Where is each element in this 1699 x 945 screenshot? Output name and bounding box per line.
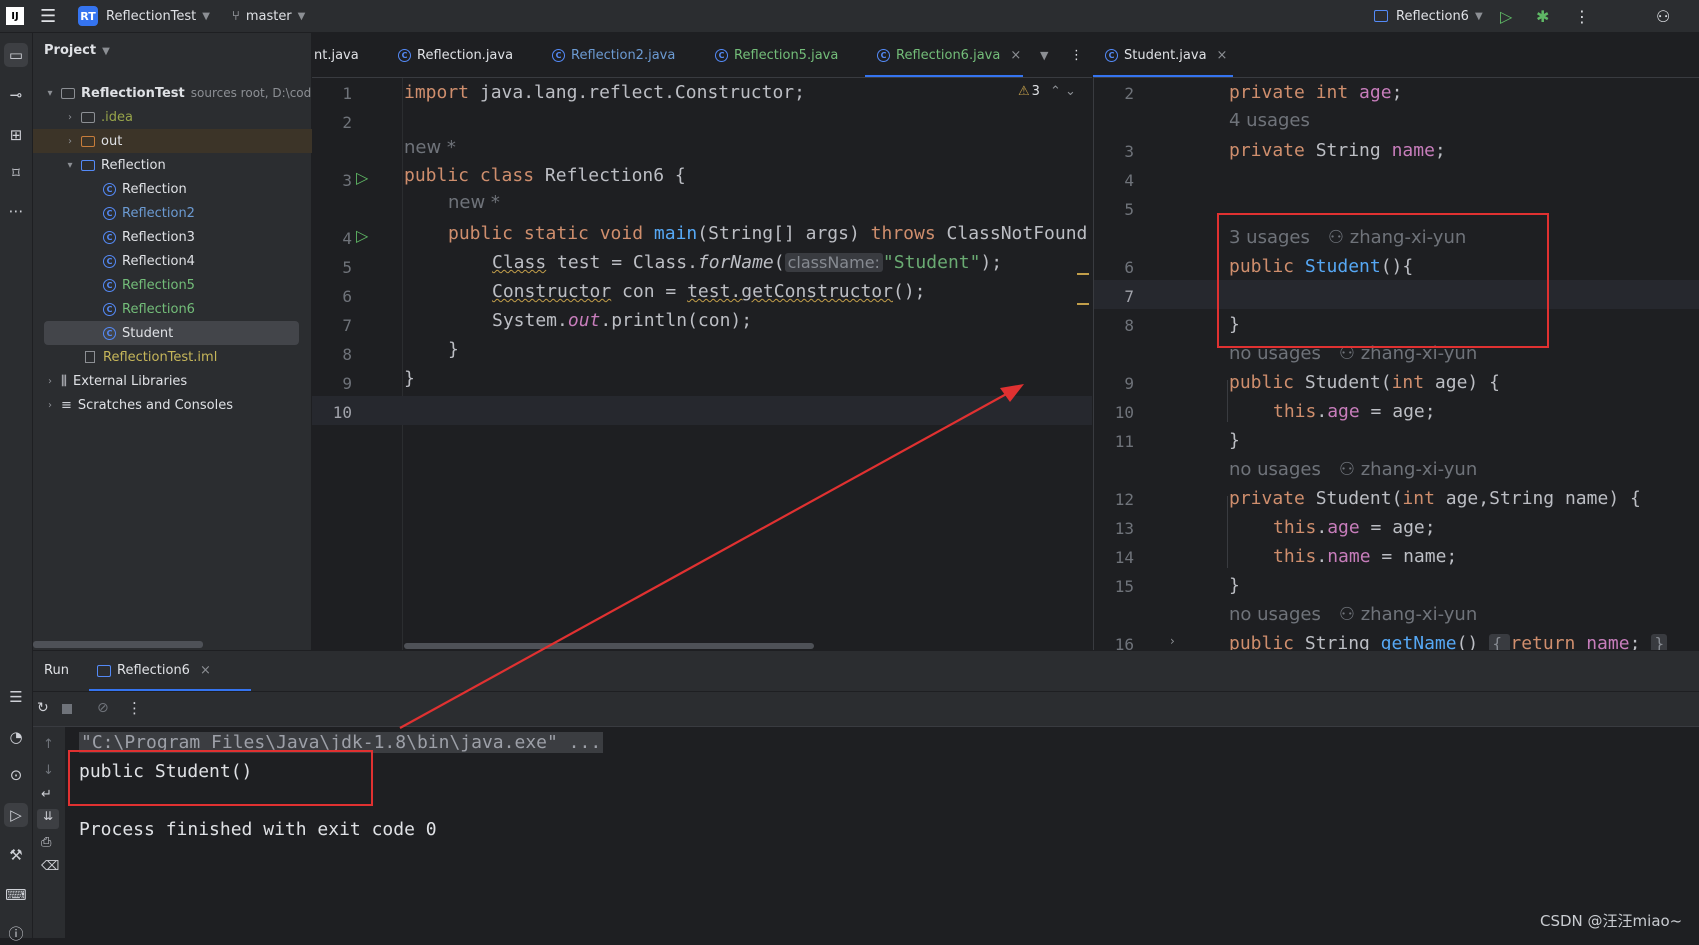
annotation-arrow [399,384,1024,729]
watermark: CSDN @汪汪miao~ [1540,912,1683,930]
